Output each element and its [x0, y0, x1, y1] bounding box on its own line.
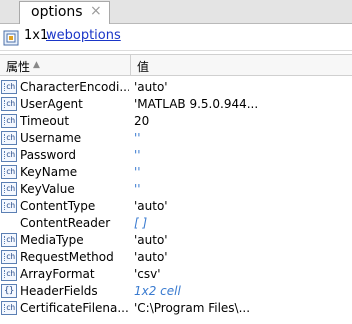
- property-value[interactable]: '': [134, 130, 350, 146]
- document-tabstrip: options ×: [0, 0, 352, 24]
- column-header-value[interactable]: 值: [137, 58, 149, 75]
- property-name: MediaType: [20, 233, 84, 247]
- property-name: ArrayFormat: [20, 267, 95, 281]
- property-name: Username: [20, 131, 82, 145]
- property-value[interactable]: 'auto': [134, 198, 350, 214]
- property-name: KeyValue: [20, 182, 75, 196]
- property-name: CharacterEncodi...: [20, 80, 129, 94]
- property-value[interactable]: [ ]: [134, 215, 350, 231]
- char-field-icon: ch: [1, 165, 17, 179]
- variable-info-bar: 1x1 weboptions: [0, 24, 352, 51]
- tab-options[interactable]: options ×: [19, 1, 110, 24]
- char-field-icon: ch: [1, 131, 17, 145]
- property-row[interactable]: ch KeyValue '': [0, 181, 352, 198]
- char-field-icon: ch: [1, 267, 17, 281]
- property-row[interactable]: ch ContentType 'auto': [0, 198, 352, 215]
- property-name: Password: [20, 148, 77, 162]
- empty-field-icon: [1, 216, 17, 230]
- char-field-icon: ch: [1, 80, 17, 94]
- cell-field-icon: {}: [1, 284, 17, 298]
- property-name: Timeout: [20, 114, 70, 128]
- column-divider[interactable]: [130, 55, 131, 76]
- class-link[interactable]: weboptions: [46, 28, 121, 43]
- char-field-icon: ch: [1, 199, 17, 213]
- property-row[interactable]: ch ArrayFormat 'csv': [0, 266, 352, 283]
- property-value[interactable]: 'C:\Program Files\...: [134, 300, 350, 316]
- property-row[interactable]: ch MediaType 'auto': [0, 232, 352, 249]
- close-icon[interactable]: ×: [90, 3, 102, 19]
- property-name: HeaderFields: [20, 284, 98, 298]
- property-value[interactable]: '': [134, 147, 350, 163]
- property-value[interactable]: 'auto': [134, 249, 350, 265]
- property-row[interactable]: ch UserAgent 'MATLAB 9.5.0.944...: [0, 96, 352, 113]
- char-field-icon: ch: [1, 250, 17, 264]
- property-value[interactable]: '': [134, 164, 350, 180]
- column-header-name[interactable]: 属性: [6, 58, 30, 75]
- property-value[interactable]: 'csv': [134, 266, 350, 282]
- property-list: ch CharacterEncodi... 'auto' ch UserAgen…: [0, 79, 352, 317]
- property-row[interactable]: {} HeaderFields 1x2 cell: [0, 283, 352, 300]
- numeric-field-icon: ch: [1, 114, 17, 128]
- struct-object-icon: [3, 30, 19, 49]
- property-value[interactable]: 'MATLAB 9.5.0.944...: [134, 96, 350, 112]
- char-field-icon: ch: [1, 233, 17, 247]
- property-name: UserAgent: [20, 97, 83, 111]
- property-value[interactable]: 'auto': [134, 232, 350, 248]
- property-value[interactable]: '': [134, 181, 350, 197]
- sort-ascending-icon[interactable]: ▲: [33, 60, 40, 70]
- property-value[interactable]: 20: [134, 113, 350, 129]
- char-field-icon: ch: [1, 97, 17, 111]
- property-grid-header: 属性 ▲ 值: [0, 54, 352, 76]
- property-name: ContentType: [20, 199, 96, 213]
- tab-label: options: [31, 4, 83, 20]
- property-name: ContentReader: [20, 216, 111, 230]
- property-row[interactable]: ch RequestMethod 'auto': [0, 249, 352, 266]
- property-name: CertificateFilena...: [20, 301, 129, 315]
- char-field-icon: ch: [1, 148, 17, 162]
- property-row[interactable]: ch Timeout 20: [0, 113, 352, 130]
- property-row[interactable]: ContentReader [ ]: [0, 215, 352, 232]
- variable-size: 1x1: [24, 28, 49, 43]
- property-row[interactable]: ch KeyName '': [0, 164, 352, 181]
- property-row[interactable]: ch CertificateFilena... 'C:\Program File…: [0, 300, 352, 317]
- property-row[interactable]: ch CharacterEncodi... 'auto': [0, 79, 352, 96]
- property-value[interactable]: 1x2 cell: [134, 283, 350, 299]
- property-name: KeyName: [20, 165, 78, 179]
- char-field-icon: ch: [1, 301, 17, 315]
- property-row[interactable]: ch Username '': [0, 130, 352, 147]
- char-field-icon: ch: [1, 182, 17, 196]
- property-row[interactable]: ch Password '': [0, 147, 352, 164]
- property-value[interactable]: 'auto': [134, 79, 350, 95]
- property-name: RequestMethod: [20, 250, 114, 264]
